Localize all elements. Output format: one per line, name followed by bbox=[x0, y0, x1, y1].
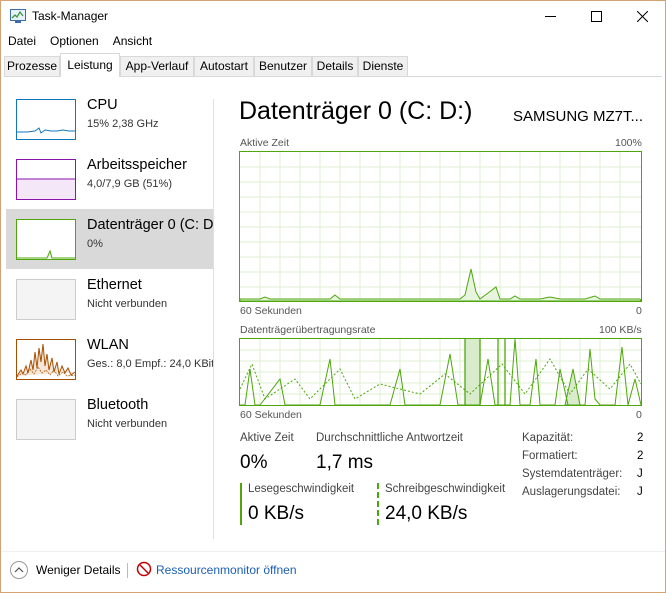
minimize-icon bbox=[544, 15, 556, 17]
disk-thumbnail bbox=[16, 219, 76, 260]
ethernet-thumbnail bbox=[16, 279, 76, 320]
tab-details[interactable]: Details bbox=[312, 56, 358, 76]
window-title: Task-Manager bbox=[32, 9, 109, 23]
sidebar-item-title: Arbeitsspeicher bbox=[87, 157, 187, 173]
write-speed-value: 24,0 KB/s bbox=[385, 503, 468, 524]
read-speed: Lesegeschwindigkeit 0 KB/s bbox=[240, 483, 375, 525]
memory-mini-graph bbox=[17, 178, 75, 199]
sidebar-item-wlan[interactable]: WLAN Ges.: 8,0 Empf.: 24,0 KBit/s bbox=[6, 329, 214, 389]
sidebar-item-subtitle: 15% 2,38 GHz bbox=[87, 118, 159, 130]
chevron-up-icon bbox=[14, 567, 24, 573]
tab-bar: Prozesse Leistung App-Verlauf Autostart … bbox=[4, 53, 662, 77]
footer: Weniger Details Ressourcenmonitor öffnen bbox=[1, 551, 665, 591]
read-speed-label: Lesegeschwindigkeit bbox=[248, 483, 355, 495]
active-time-graph bbox=[240, 152, 641, 301]
chart2-max: 100 KB/s bbox=[599, 324, 642, 336]
sidebar-item-bluetooth[interactable]: Bluetooth Nicht verbunden bbox=[6, 389, 214, 449]
sidebar-item-title: CPU bbox=[87, 97, 118, 113]
tab-app-verlauf[interactable]: App-Verlauf bbox=[120, 56, 194, 76]
chart2-xlabel: 60 Sekunden bbox=[240, 409, 302, 421]
write-speed-label: Schreibgeschwindigkeit bbox=[385, 483, 506, 495]
minimize-button[interactable] bbox=[527, 1, 573, 31]
title-bar: Task-Manager bbox=[1, 1, 665, 31]
tab-leistung[interactable]: Leistung bbox=[60, 53, 120, 77]
resource-sidebar: CPU 15% 2,38 GHz Arbeitsspeicher 4,0/7,9… bbox=[6, 89, 214, 539]
property-pagefile-value: J bbox=[637, 486, 643, 498]
wlan-thumbnail bbox=[16, 339, 76, 380]
sidebar-item-title: Datenträger 0 (C: D:) bbox=[87, 217, 214, 233]
chart1-max: 100% bbox=[615, 137, 642, 149]
property-pagefile-label: Auslagerungsdatei: bbox=[522, 486, 621, 498]
write-speed: Schreibgeschwindigkeit 24,0 KB/s bbox=[377, 483, 517, 525]
task-manager-icon bbox=[10, 9, 26, 23]
property-capacity-label: Kapazität: bbox=[522, 432, 574, 444]
sidebar-item-cpu[interactable]: CPU 15% 2,38 GHz bbox=[6, 89, 214, 149]
task-manager-window: Task-Manager Datei Optionen Ansicht Proz… bbox=[0, 0, 666, 593]
cpu-thumbnail bbox=[16, 99, 76, 140]
menu-ansicht[interactable]: Ansicht bbox=[106, 33, 159, 51]
sidebar-item-title: Bluetooth bbox=[87, 397, 149, 413]
active-time-label: Aktive Zeit bbox=[240, 432, 294, 444]
property-formatted-value: 2 bbox=[637, 450, 644, 462]
chart1-xmin: 0 bbox=[636, 305, 642, 317]
property-system-disk-value: J bbox=[637, 468, 643, 480]
active-time-chart bbox=[239, 151, 642, 302]
sidebar-item-memory[interactable]: Arbeitsspeicher 4,0/7,9 GB (51%) bbox=[6, 149, 214, 209]
response-time-value: 1,7 ms bbox=[316, 452, 374, 473]
maximize-icon bbox=[590, 10, 602, 22]
page-title: Datenträger 0 (C: D:) bbox=[239, 97, 473, 125]
close-icon bbox=[636, 10, 648, 22]
menu-bar: Datei Optionen Ansicht bbox=[1, 33, 159, 51]
chart1-label: Aktive Zeit bbox=[240, 137, 290, 149]
read-speed-indicator bbox=[240, 483, 242, 525]
active-time-value: 0% bbox=[240, 452, 268, 473]
property-capacity-value: 2 bbox=[637, 432, 644, 444]
sidebar-item-subtitle: Nicht verbunden bbox=[87, 298, 168, 310]
sidebar-item-title: WLAN bbox=[87, 337, 129, 353]
tab-autostart[interactable]: Autostart bbox=[194, 56, 254, 76]
transfer-rate-graph bbox=[240, 339, 641, 405]
bluetooth-thumbnail bbox=[16, 399, 76, 440]
footer-separator bbox=[127, 563, 128, 578]
chart2-xmin: 0 bbox=[636, 409, 642, 421]
read-speed-value: 0 KB/s bbox=[248, 503, 304, 524]
menu-optionen[interactable]: Optionen bbox=[43, 33, 106, 51]
sidebar-item-ethernet[interactable]: Ethernet Nicht verbunden bbox=[6, 269, 214, 329]
disk-model: SAMSUNG MZ7T... bbox=[513, 108, 644, 125]
chart1-xlabel: 60 Sekunden bbox=[240, 305, 302, 317]
property-formatted-label: Formatiert: bbox=[522, 450, 578, 462]
cpu-mini-graph bbox=[17, 127, 75, 134]
resource-monitor-icon bbox=[136, 561, 152, 577]
sidebar-item-disk-0[interactable]: Datenträger 0 (C: D:) 0% bbox=[6, 209, 214, 269]
open-resource-monitor-link[interactable]: Ressourcenmonitor öffnen bbox=[156, 563, 297, 577]
sidebar-item-subtitle: 0% bbox=[87, 238, 103, 250]
sidebar-item-subtitle: 4,0/7,9 GB (51%) bbox=[87, 178, 172, 190]
sidebar-divider bbox=[213, 99, 214, 539]
tab-prozesse[interactable]: Prozesse bbox=[4, 56, 60, 76]
fewer-details-link[interactable]: Weniger Details bbox=[36, 563, 120, 577]
close-button[interactable] bbox=[619, 1, 665, 31]
sidebar-item-subtitle: Ges.: 8,0 Empf.: 24,0 KBit/s bbox=[87, 358, 214, 370]
wlan-mini-graph bbox=[17, 343, 75, 378]
sidebar-item-subtitle: Nicht verbunden bbox=[87, 418, 168, 430]
menu-datei[interactable]: Datei bbox=[1, 33, 43, 51]
sidebar-item-title: Ethernet bbox=[87, 277, 142, 293]
disk-mini-graph bbox=[17, 249, 75, 259]
property-system-disk-label: Systemdatenträger: bbox=[522, 468, 622, 480]
fewer-details-toggle[interactable] bbox=[10, 561, 28, 579]
transfer-rate-chart bbox=[239, 338, 642, 406]
write-speed-indicator bbox=[377, 483, 379, 525]
tab-benutzer[interactable]: Benutzer bbox=[254, 56, 312, 76]
chart2-label: Datenträgerübertragungsrate bbox=[240, 324, 376, 336]
tab-dienste[interactable]: Dienste bbox=[358, 56, 408, 76]
maximize-button[interactable] bbox=[573, 1, 619, 31]
response-time-label: Durchschnittliche Antwortzeit bbox=[316, 432, 464, 444]
memory-thumbnail bbox=[16, 159, 76, 200]
